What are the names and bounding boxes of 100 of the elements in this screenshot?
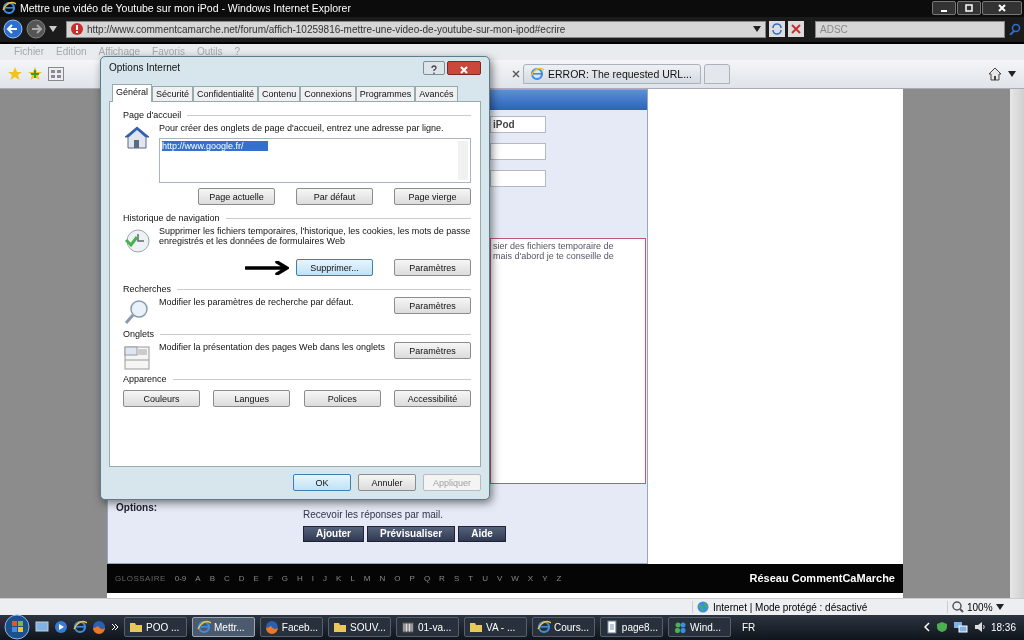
zoom-level[interactable]: 100%	[967, 601, 993, 613]
caret-icon[interactable]	[753, 26, 761, 33]
glossary-link[interactable]: F	[267, 573, 273, 583]
glossary-link[interactable]: O	[394, 573, 401, 583]
help-button[interactable]	[423, 60, 445, 75]
dialog-tab[interactable]: Confidentialité	[193, 86, 259, 101]
desktop-icon[interactable]	[35, 620, 49, 635]
taskbar-button[interactable]: SOUV...	[328, 617, 391, 638]
glossary-link[interactable]: L	[350, 573, 355, 583]
form-button[interactable]: Ajouter	[303, 525, 364, 542]
glossary-link[interactable]: J	[323, 573, 328, 583]
home-icon[interactable]	[988, 66, 1002, 81]
glossary-link[interactable]: Q	[423, 573, 431, 583]
search-icon[interactable]	[1009, 23, 1021, 36]
caret-icon[interactable]	[49, 26, 57, 33]
form-button[interactable]: Prévisualiser	[367, 525, 456, 542]
maximize-button[interactable]	[957, 1, 981, 16]
glossary-link[interactable]: S	[453, 573, 460, 583]
glossary-link[interactable]: X	[527, 573, 534, 583]
browser-tab[interactable]: ERROR: The requested URL...	[523, 63, 701, 84]
language-indicator[interactable]: FR	[742, 622, 756, 633]
caret-icon[interactable]	[1008, 70, 1016, 77]
search-field[interactable]: ADSC	[815, 20, 1005, 38]
taskbar-button[interactable]: 01-va...	[396, 617, 459, 638]
dialog-button[interactable]: Par défaut	[296, 188, 373, 205]
taskbar-button[interactable]: Mettr...	[192, 617, 255, 638]
taskbar-button[interactable]: Wind...	[668, 617, 731, 638]
dialog-button[interactable]: Paramètres	[394, 297, 471, 314]
dialog-button[interactable]: Polices	[303, 390, 381, 407]
glossary-link[interactable]: N	[379, 573, 386, 583]
dialog-tab[interactable]: Contenu	[258, 86, 301, 101]
glossary-link[interactable]: B	[209, 573, 215, 583]
glossary-link[interactable]: I	[311, 573, 315, 583]
dialog-button[interactable]: Annuler	[358, 474, 416, 491]
star-icon[interactable]	[8, 66, 22, 81]
dialog-tab[interactable]: Connexions	[300, 86, 356, 101]
glossary-link[interactable]: A	[195, 573, 201, 583]
zoom-icon[interactable]	[952, 601, 964, 613]
glossary-link[interactable]: G	[281, 573, 289, 583]
glossary-link[interactable]: K	[336, 573, 342, 583]
dialog-button[interactable]: OK	[293, 474, 351, 491]
dialog-tab[interactable]: Avancés	[415, 86, 458, 101]
dialog-button[interactable]: Supprimer...	[296, 259, 373, 276]
dialog-button[interactable]: Page actuelle	[198, 188, 275, 205]
dialog-button[interactable]: Langues	[213, 390, 291, 407]
taskbar-button[interactable]: Cours...	[532, 617, 595, 638]
refresh-button[interactable]	[769, 21, 785, 38]
start-button[interactable]	[4, 614, 30, 640]
volume-icon[interactable]	[973, 621, 986, 634]
glossary-link[interactable]: D	[238, 573, 245, 583]
text-field[interactable]: iPod	[490, 115, 546, 133]
form-button[interactable]: Aide	[458, 525, 506, 542]
back-button[interactable]	[3, 19, 23, 40]
glossary-link[interactable]: W	[511, 573, 519, 583]
close-button[interactable]	[447, 60, 481, 75]
network-icon[interactable]	[953, 621, 968, 634]
glossary-link[interactable]: V	[496, 573, 503, 583]
glossary-link[interactable]: P	[409, 573, 415, 583]
tab-grid-icon[interactable]	[48, 66, 64, 81]
address-field[interactable]: http://www.commentcamarche.net/forum/affich-10259816-mettre-une-video-de-youtube-sur-mon-ipod#ecrire	[66, 20, 766, 38]
dialog-tab[interactable]: Programmes	[355, 86, 416, 101]
taskbar-button[interactable]: Faceb...	[260, 617, 323, 638]
fox-icon[interactable]	[92, 620, 106, 635]
glossary-link[interactable]: R	[439, 573, 445, 583]
media-player-icon[interactable]	[54, 620, 68, 635]
glossary-link[interactable]: C	[224, 573, 230, 583]
message-field[interactable]: sier des fichiers temporaire de mais d'abord je te conseille de	[490, 237, 646, 484]
glossary-link[interactable]: E	[253, 573, 259, 583]
minimize-button[interactable]	[932, 1, 956, 16]
dialog-tab[interactable]: Général	[112, 84, 153, 102]
glossary-link[interactable]: 0-9	[174, 573, 187, 583]
homepage-field[interactable]: http://www.google.fr/	[159, 138, 471, 183]
taskbar-button[interactable]: VA - ...	[464, 617, 527, 638]
text-field[interactable]	[490, 142, 546, 160]
dialog-button[interactable]: Paramètres	[394, 259, 471, 276]
glossary-link[interactable]: U	[482, 573, 488, 583]
dialog-button[interactable]: Accessibilité	[394, 390, 471, 407]
chevron-icon[interactable]	[923, 622, 930, 633]
dialog-button[interactable]: Page vierge	[394, 188, 471, 205]
star-plus-icon[interactable]	[28, 66, 42, 81]
caret-icon[interactable]	[995, 604, 1004, 610]
glossary-link[interactable]: H	[297, 573, 303, 583]
glossary-link[interactable]: Y	[542, 573, 548, 583]
taskbar-button[interactable]: page8...	[600, 617, 663, 638]
forward-button[interactable]	[26, 19, 46, 40]
browser-logo-icon[interactable]	[73, 620, 87, 635]
stop-button[interactable]	[788, 21, 804, 38]
glossary-link[interactable]: T	[468, 573, 474, 583]
shield-icon[interactable]	[935, 621, 948, 634]
text-field[interactable]	[490, 169, 546, 187]
glossary-link[interactable]: M	[363, 573, 371, 583]
taskbar-button[interactable]: POO ...	[124, 617, 187, 638]
dialog-tab[interactable]: Sécurité	[152, 86, 194, 101]
dialog-button[interactable]: Couleurs	[123, 390, 200, 407]
scrollbar[interactable]	[1010, 88, 1024, 598]
dialog-button[interactable]: Paramètres	[394, 342, 471, 359]
close-button[interactable]	[982, 1, 1022, 16]
glossary-link[interactable]: Z	[556, 573, 562, 583]
chevron-icon[interactable]	[111, 623, 119, 632]
close-icon[interactable]	[512, 69, 520, 78]
